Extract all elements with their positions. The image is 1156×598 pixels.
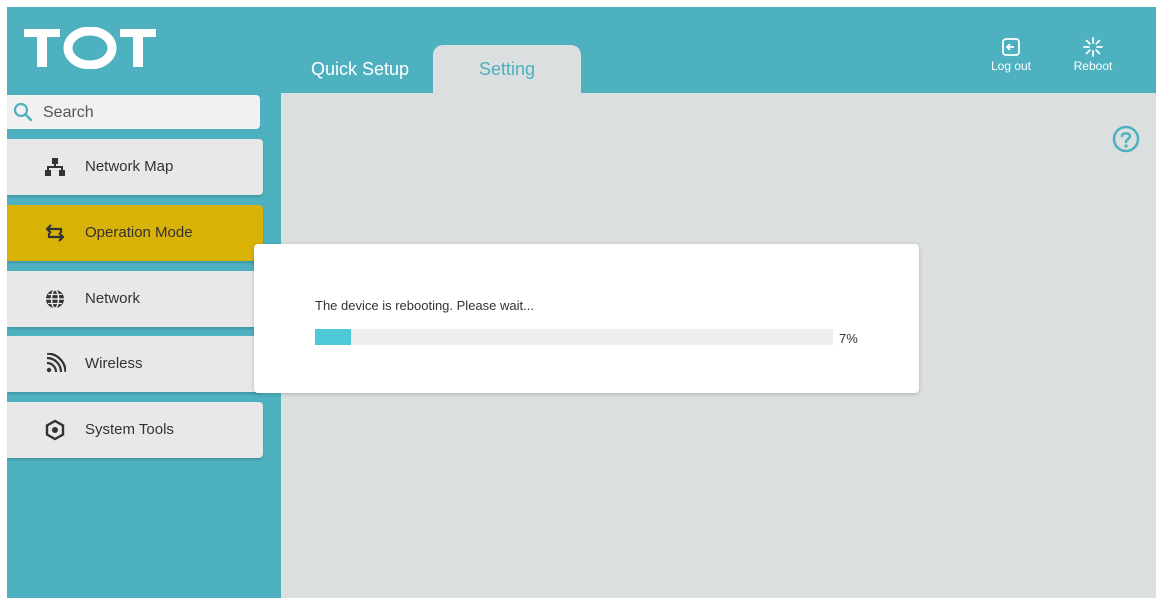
help-icon[interactable]: [1111, 124, 1141, 154]
sidebar-item-system-tools[interactable]: System Tools: [7, 402, 263, 458]
system-tools-icon: [45, 419, 65, 441]
search-icon: [13, 102, 33, 122]
sidebar-item-label: Network: [85, 290, 141, 307]
sidebar-item-network-map[interactable]: Network Map: [7, 139, 263, 195]
globe-icon: [46, 289, 64, 309]
reboot-progress-percent: 7%: [839, 331, 858, 346]
reboot-label: Reboot: [1073, 59, 1113, 73]
network-map-icon: [45, 158, 65, 176]
sidebar-item-operation-mode[interactable]: Operation Mode: [7, 205, 263, 261]
tot-logo: [24, 27, 156, 69]
sidebar-search: [7, 95, 260, 129]
search-input[interactable]: [41, 99, 255, 127]
sidebar-item-label: System Tools: [85, 421, 174, 438]
reboot-message: The device is rebooting. Please wait...: [315, 298, 534, 313]
operation-mode-icon: [45, 224, 65, 242]
sidebar-item-label: Wireless: [85, 355, 143, 372]
logout-button[interactable]: Log out: [981, 37, 1041, 73]
reboot-progress-bar: [315, 329, 833, 345]
wireless-icon: [46, 353, 66, 373]
tab-setting[interactable]: Setting: [433, 45, 581, 93]
reboot-progress-fill: [315, 329, 352, 345]
reboot-spinner-icon: [1083, 37, 1103, 57]
logout-icon: [1002, 38, 1020, 56]
sidebar-item-label: Operation Mode: [85, 224, 193, 241]
sidebar-item-label: Network Map: [85, 158, 174, 175]
reboot-button[interactable]: Reboot: [1063, 37, 1123, 73]
logout-label: Log out: [990, 59, 1032, 73]
sidebar-item-network[interactable]: Network: [7, 271, 263, 327]
reboot-dialog: The device is rebooting. Please wait... …: [254, 244, 919, 393]
sidebar-item-wireless[interactable]: Wireless: [7, 336, 263, 392]
tab-quick-setup[interactable]: Quick Setup: [293, 45, 427, 93]
